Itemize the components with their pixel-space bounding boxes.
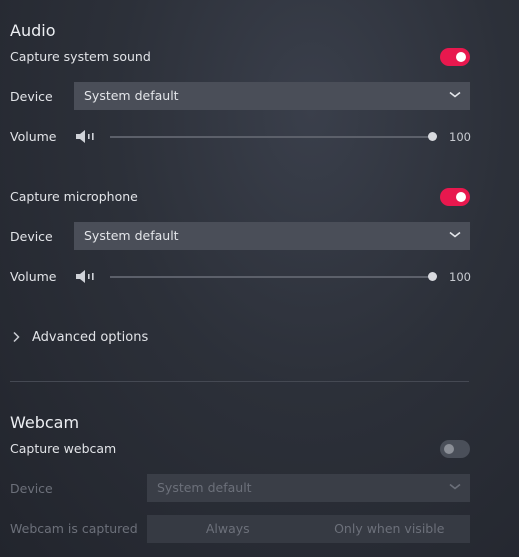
- mic-device-value: System default: [84, 228, 179, 243]
- webcam-option-only-when-visible[interactable]: Only when visible: [309, 515, 471, 543]
- chevron-down-icon: [449, 483, 461, 490]
- mic-volume-slider-thumb[interactable]: [428, 272, 437, 281]
- advanced-options-label: Advanced options: [32, 329, 149, 345]
- system-volume-slider-thumb[interactable]: [428, 132, 437, 141]
- system-device-value: System default: [84, 88, 179, 103]
- capture-microphone-toggle[interactable]: [440, 188, 470, 206]
- capture-microphone-label: Capture microphone: [10, 189, 138, 204]
- section-divider: [10, 381, 469, 382]
- capture-webcam-label: Capture webcam: [10, 441, 117, 456]
- system-volume-slider[interactable]: [110, 136, 433, 138]
- webcam-option-always[interactable]: Always: [147, 515, 309, 543]
- webcam-device-select[interactable]: System default: [147, 474, 470, 502]
- chevron-down-icon: [449, 91, 461, 98]
- webcam-device-value: System default: [157, 480, 252, 495]
- system-volume-value: 100: [449, 130, 471, 144]
- mic-volume-slider[interactable]: [110, 276, 433, 278]
- advanced-options-toggle[interactable]: Advanced options: [10, 328, 148, 346]
- mic-device-label: Device: [10, 229, 53, 244]
- webcam-captured-label: Webcam is captured: [10, 521, 138, 536]
- speaker-icon[interactable]: [75, 129, 97, 144]
- capture-webcam-toggle[interactable]: [440, 440, 470, 458]
- chevron-down-icon: [449, 231, 461, 238]
- capture-system-sound-label: Capture system sound: [10, 49, 151, 64]
- audio-section-title: Audio: [10, 21, 56, 40]
- system-device-select[interactable]: System default: [74, 82, 470, 110]
- mic-volume-label: Volume: [10, 269, 57, 284]
- mic-device-select[interactable]: System default: [74, 222, 470, 250]
- chevron-right-icon: [13, 331, 20, 343]
- system-device-label: Device: [10, 89, 53, 104]
- webcam-device-label: Device: [10, 481, 53, 496]
- webcam-captured-segmented-control[interactable]: Always Only when visible: [147, 515, 470, 543]
- system-volume-label: Volume: [10, 129, 57, 144]
- mic-volume-value: 100: [449, 270, 471, 284]
- webcam-section-title: Webcam: [10, 413, 80, 432]
- speaker-icon[interactable]: [75, 269, 97, 284]
- capture-system-sound-toggle[interactable]: [440, 48, 470, 66]
